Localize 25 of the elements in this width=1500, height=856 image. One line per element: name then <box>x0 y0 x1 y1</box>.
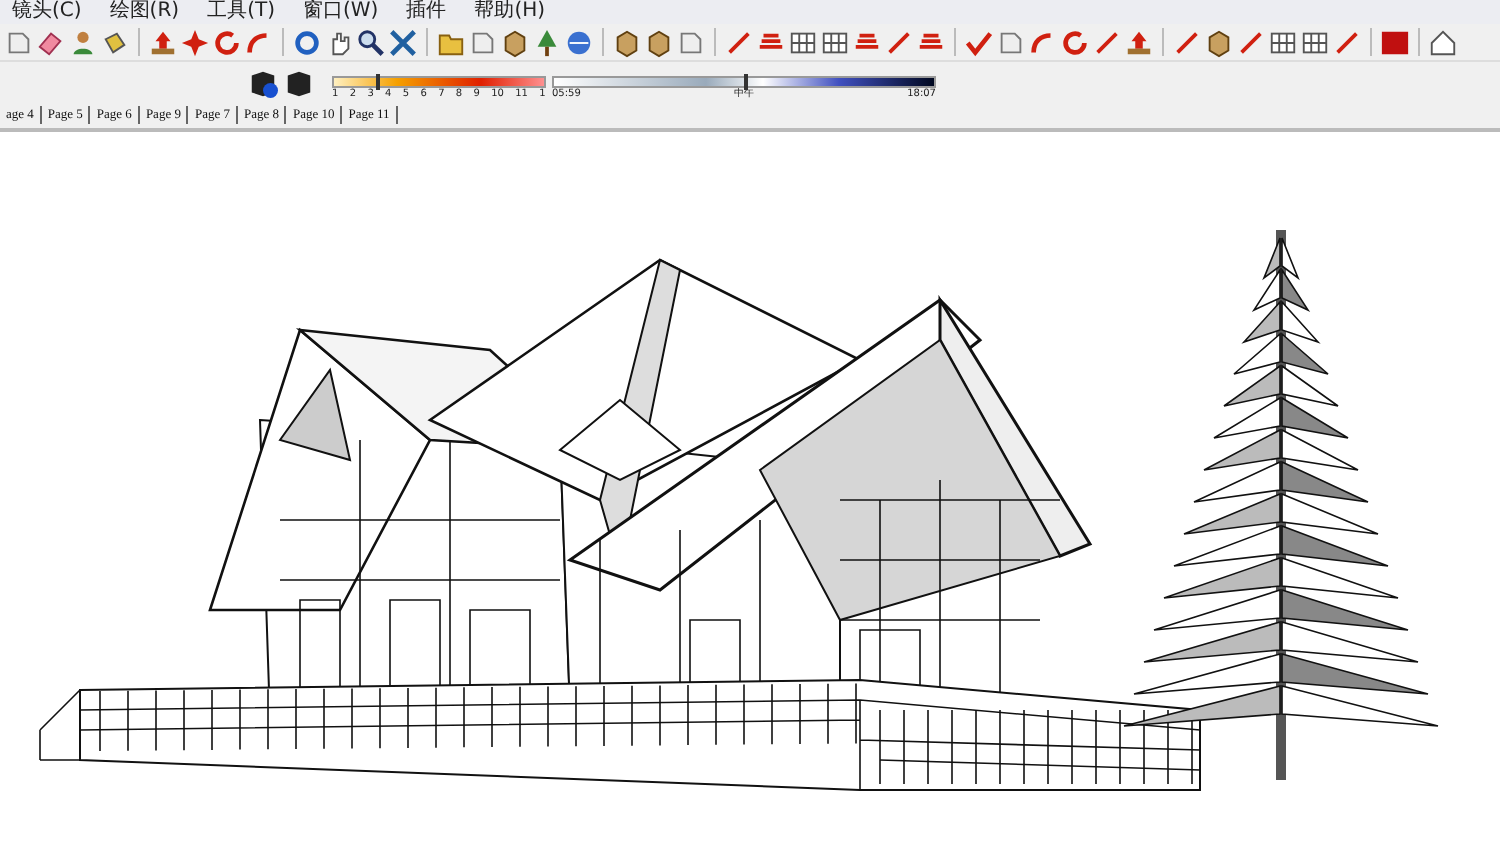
arrow-up-icon[interactable] <box>1124 27 1154 57</box>
person-icon[interactable] <box>68 27 98 57</box>
tree-icon[interactable] <box>532 27 562 57</box>
tick-icon[interactable] <box>964 27 994 57</box>
menu-item[interactable]: 插件 <box>406 0 447 24</box>
rotate-icon[interactable] <box>1060 27 1090 57</box>
rotate-icon[interactable] <box>212 27 242 57</box>
menu-item[interactable]: 绘图(R) <box>109 0 180 24</box>
grid-icon[interactable] <box>1300 27 1330 57</box>
menu-item[interactable]: 帮助(H) <box>474 0 546 24</box>
shadow-settings-icon[interactable] <box>248 68 278 98</box>
menu-item[interactable]: 工具(T) <box>207 0 275 24</box>
line-icon[interactable] <box>724 27 754 57</box>
grid-icon[interactable] <box>788 27 818 57</box>
arrow-up-icon[interactable] <box>148 27 178 57</box>
line-icon[interactable] <box>1172 27 1202 57</box>
search-icon[interactable] <box>356 27 386 57</box>
menu-item[interactable]: 镜头(C) <box>12 0 82 24</box>
line-icon[interactable] <box>884 27 914 57</box>
line-icon[interactable] <box>1092 27 1122 57</box>
star-icon[interactable] <box>180 27 210 57</box>
grid-icon[interactable] <box>820 27 850 57</box>
line-icon[interactable] <box>1236 27 1266 57</box>
line-icon[interactable] <box>1332 27 1362 57</box>
grid-icon[interactable] <box>1268 27 1298 57</box>
